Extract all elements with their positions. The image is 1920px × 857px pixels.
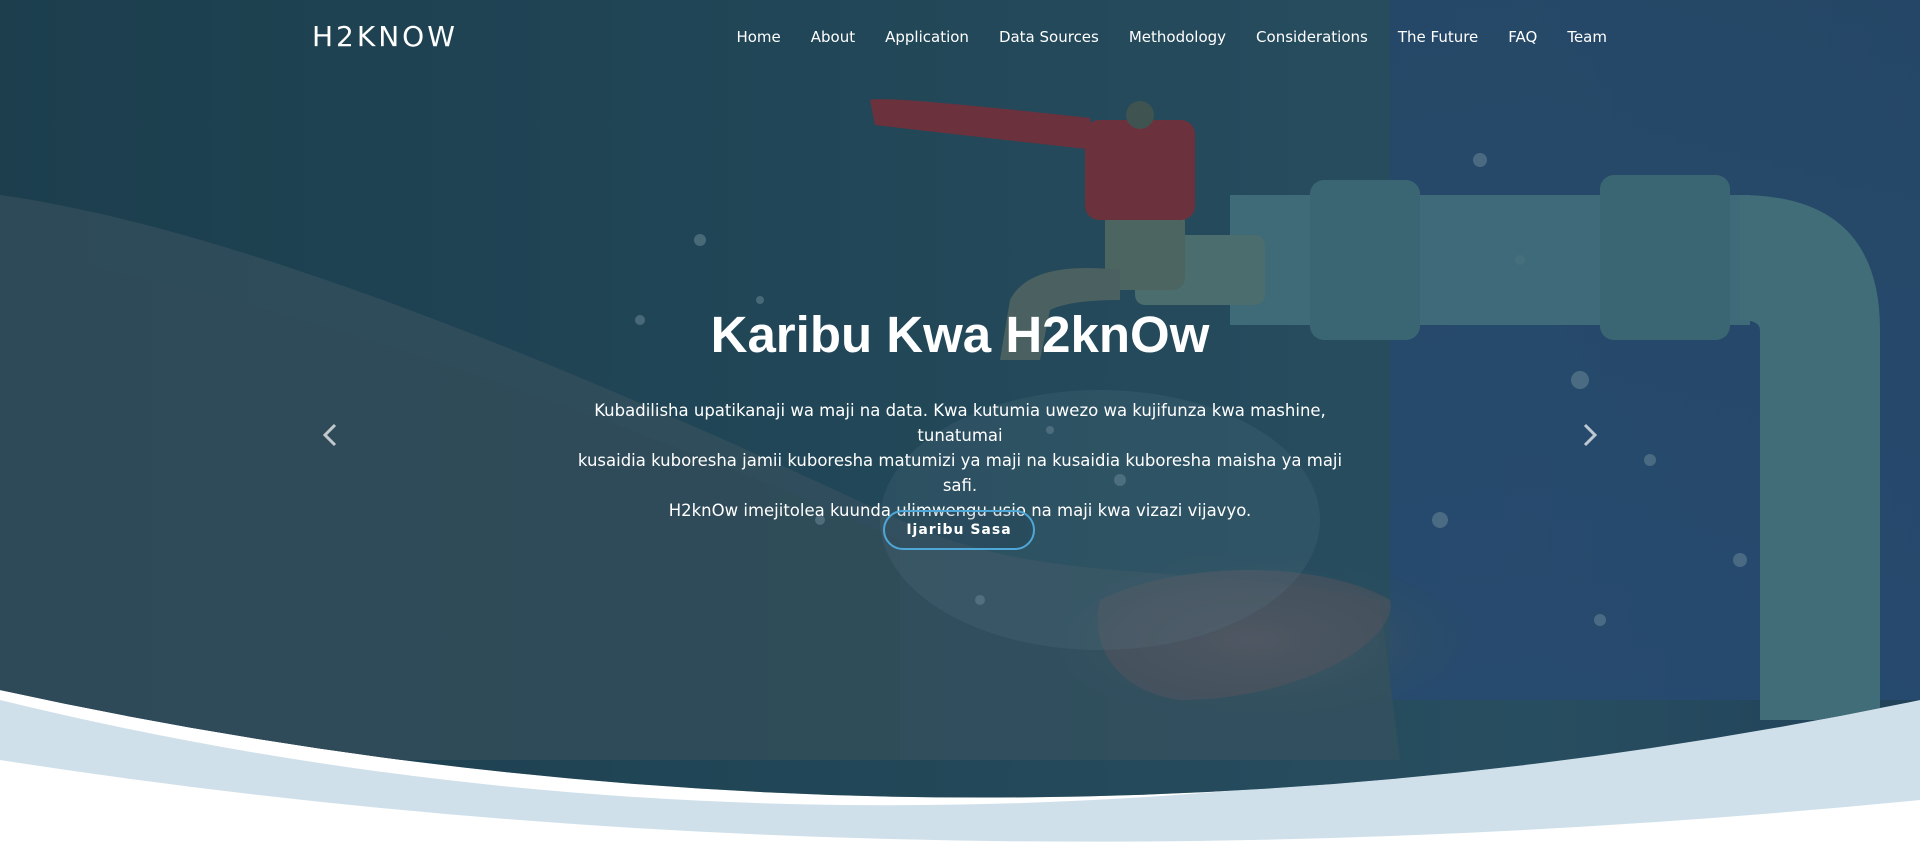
- brand-logo[interactable]: H2KNOW: [312, 20, 458, 53]
- hero-section: H2KNOW Home About Application Data Sourc…: [0, 0, 1920, 857]
- nav-item-faq[interactable]: FAQ: [1508, 28, 1537, 46]
- hero-description: Kubadilisha upatikanaji wa maji na data.…: [560, 398, 1360, 523]
- nav-menu: Home About Application Data Sources Meth…: [736, 28, 1607, 46]
- hero-title: Karibu Kwa H2knOw: [710, 306, 1210, 363]
- nav-item-team[interactable]: Team: [1567, 28, 1607, 46]
- carousel-next-button[interactable]: [1574, 420, 1604, 450]
- nav-item-about[interactable]: About: [811, 28, 855, 46]
- chevron-right-icon: [1583, 423, 1598, 447]
- chevron-left-icon: [322, 423, 337, 447]
- top-navbar: H2KNOW Home About Application Data Sourc…: [0, 0, 1920, 76]
- try-now-button[interactable]: Ijaribu Sasa: [883, 510, 1035, 550]
- nav-item-considerations[interactable]: Considerations: [1256, 28, 1368, 46]
- hero-description-line: kusaidia kuboresha jamii kuboresha matum…: [577, 451, 1343, 495]
- hero-description-line: Kubadilisha upatikanaji wa maji na data.…: [594, 401, 1326, 445]
- nav-item-application[interactable]: Application: [885, 28, 969, 46]
- nav-item-home[interactable]: Home: [736, 28, 780, 46]
- nav-item-methodology[interactable]: Methodology: [1129, 28, 1226, 46]
- carousel-prev-button[interactable]: [316, 420, 346, 450]
- nav-item-the-future[interactable]: The Future: [1398, 28, 1478, 46]
- nav-item-data-sources[interactable]: Data Sources: [999, 28, 1099, 46]
